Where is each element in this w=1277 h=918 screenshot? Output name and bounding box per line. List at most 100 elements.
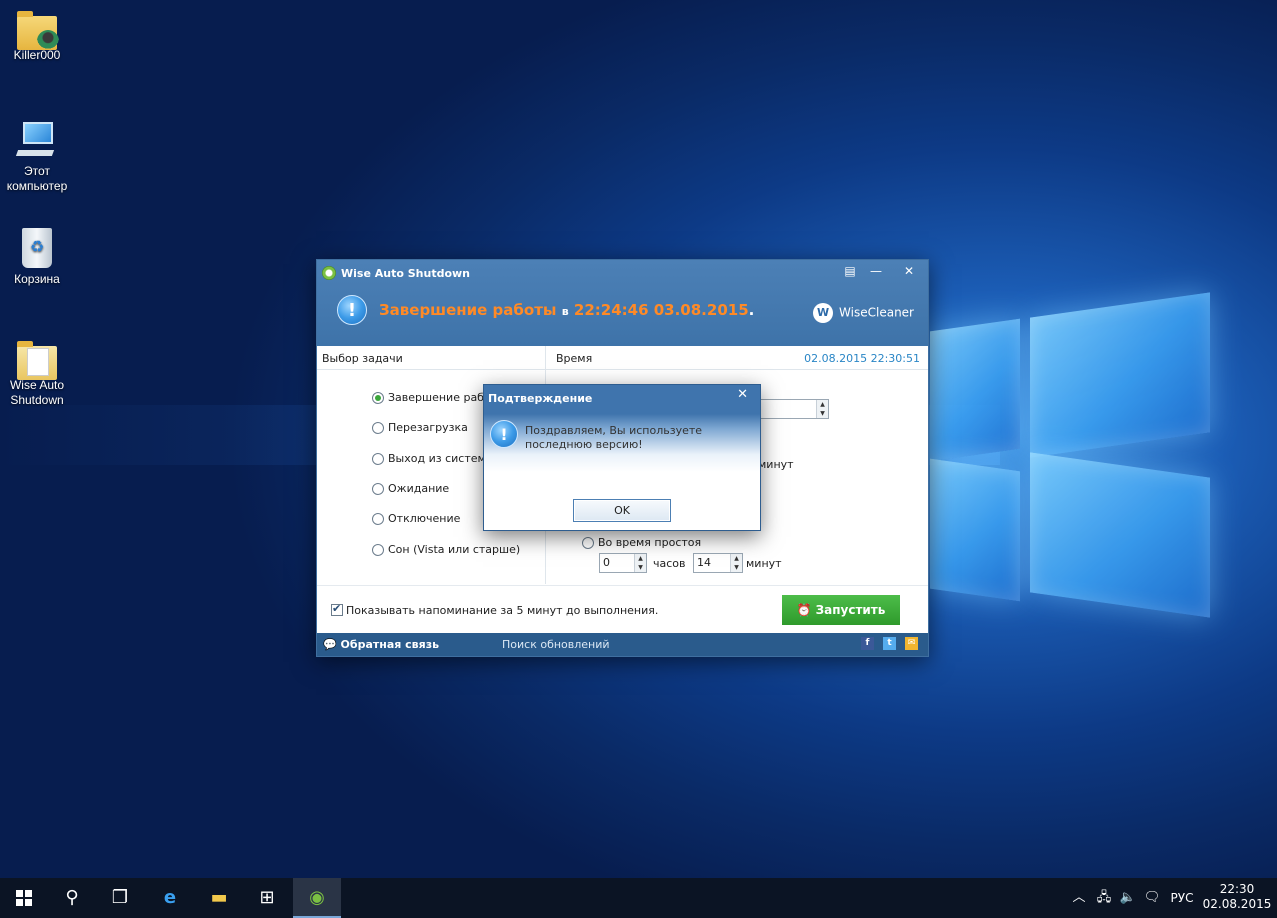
- desktop-icon-this-pc[interactable]: Этот компьютер: [0, 120, 74, 194]
- info-exclamation-icon: !: [337, 295, 367, 325]
- spin-down-icon[interactable]: ▼: [817, 409, 828, 418]
- taskbar: ⚲ ❐ e ▬ ⊞ ◉ ︿ 🖧 🔈 🗨 РУС 22:30 02.08.2015: [0, 878, 1277, 918]
- spin-down-icon[interactable]: ▼: [731, 563, 742, 572]
- window-title: Wise Auto Shutdown: [341, 267, 470, 280]
- store-button[interactable]: ⊞: [243, 878, 291, 918]
- radio-indicator: [372, 512, 384, 525]
- desktop-icon-recycle-bin[interactable]: ♻ Корзина: [0, 228, 74, 287]
- spin-up-icon[interactable]: ▲: [731, 554, 742, 563]
- minutes-unit-label: минут: [746, 557, 782, 570]
- facebook-icon[interactable]: f: [861, 637, 874, 650]
- app-clock-icon: [322, 266, 336, 280]
- edge-button[interactable]: e: [146, 878, 194, 918]
- scheduled-action-message: Завершение работы в 22:24:46 03.08.2015.: [379, 301, 755, 319]
- taskbar-clock[interactable]: 22:30 02.08.2015: [1200, 882, 1274, 912]
- task-view-button[interactable]: ❐: [96, 878, 144, 918]
- wisecleaner-logo-icon: W: [813, 303, 834, 323]
- brand-link[interactable]: W WiseCleaner: [813, 303, 914, 323]
- dialog-close-button[interactable]: ✕: [737, 387, 748, 402]
- start-button[interactable]: ⏰ Запустить: [782, 595, 900, 625]
- time-radio-idle[interactable]: Во время простоя: [582, 536, 701, 549]
- idle-hours-spinner[interactable]: 0 ▲ ▼: [599, 553, 647, 573]
- close-button[interactable]: ✕: [897, 262, 921, 280]
- task-radio-shutdown[interactable]: Завершение работы: [372, 391, 500, 404]
- network-icon[interactable]: 🖧: [1093, 878, 1115, 918]
- window-header: Wise Auto Shutdown ▤ — ✕ ! Завершение ра…: [317, 260, 928, 346]
- check-updates-link[interactable]: Поиск обновлений: [502, 638, 610, 651]
- spin-up-icon[interactable]: ▲: [817, 400, 828, 409]
- idle-minutes-spinner[interactable]: 14 ▲ ▼: [693, 553, 743, 573]
- desktop-icon-label: Wise Auto Shutdown: [9, 378, 65, 407]
- info-exclamation-icon: !: [490, 420, 518, 448]
- file-explorer-button[interactable]: ▬: [195, 878, 243, 918]
- clock-date: 02.08.2015: [1202, 897, 1272, 911]
- language-indicator[interactable]: РУС: [1165, 878, 1199, 918]
- task-radio-power-off[interactable]: Отключение: [372, 512, 460, 525]
- email-icon[interactable]: ✉: [905, 637, 918, 650]
- feedback-link[interactable]: 💬 Обратная связь: [323, 638, 439, 651]
- app-clock-icon: ◉: [309, 887, 325, 908]
- task-radio-standby[interactable]: Ожидание: [372, 482, 449, 495]
- minutes-unit-label: минут: [758, 458, 794, 471]
- desktop-icon-label: Корзина: [14, 272, 60, 286]
- wallpaper-windows-logo: [925, 292, 1215, 618]
- close-icon: ✕: [737, 387, 748, 402]
- minimize-button[interactable]: —: [864, 262, 888, 280]
- task-radio-logoff[interactable]: Выход из системы: [372, 452, 494, 465]
- folder-icon: ▬: [210, 887, 228, 908]
- show-hidden-icons-button[interactable]: ︿: [1068, 878, 1090, 918]
- edge-browser-icon: e: [163, 887, 177, 908]
- options-bar: Показывать напоминание за 5 минут до вып…: [317, 585, 928, 633]
- document-folder-icon: [17, 341, 57, 380]
- radio-indicator: [582, 536, 594, 549]
- spin-down-icon[interactable]: ▼: [635, 563, 646, 572]
- task-radio-restart[interactable]: Перезагрузка: [372, 421, 468, 434]
- wise-auto-shutdown-taskbar-button[interactable]: ◉: [293, 878, 341, 918]
- user-folder-icon: [17, 11, 59, 52]
- chevron-up-icon: ︿: [1072, 890, 1086, 905]
- menu-button[interactable]: ▤: [838, 262, 862, 280]
- radio-indicator: [372, 482, 384, 495]
- window-footer: 💬 Обратная связь Поиск обновлений f t ✉: [317, 633, 928, 656]
- search-icon: ⚲: [65, 887, 79, 908]
- action-name: Завершение работы: [379, 301, 557, 319]
- volume-icon[interactable]: 🔈: [1117, 878, 1139, 918]
- menu-icon: ▤: [844, 264, 856, 278]
- section-headers: Выбор задачи Время 02.08.2015 22:30:51: [317, 346, 928, 370]
- start-menu-button[interactable]: [0, 878, 48, 918]
- time-section-label: Время: [556, 352, 593, 365]
- store-bag-icon: ⊞: [259, 887, 275, 908]
- recycle-bin-icon: ♻: [22, 228, 52, 268]
- radio-indicator: [372, 421, 384, 434]
- alarm-clock-icon: ⏰: [796, 603, 812, 617]
- radio-indicator: [372, 391, 384, 404]
- preposition: в: [561, 305, 569, 318]
- task-section-label: Выбор задачи: [322, 352, 403, 365]
- desktop-icon-user-folder[interactable]: Killer000: [0, 10, 74, 63]
- search-button[interactable]: ⚲: [48, 878, 96, 918]
- reminder-label: Показывать напоминание за 5 минут до вып…: [346, 604, 659, 617]
- task-radio-sleep[interactable]: Сон (Vista или старше): [372, 543, 520, 556]
- minimize-icon: —: [870, 264, 882, 278]
- radio-indicator: [372, 543, 384, 556]
- clock-time: 22:30: [1219, 882, 1255, 896]
- reminder-checkbox[interactable]: [331, 602, 343, 616]
- confirmation-dialog: Подтверждение ✕ ! Поздравляем, Вы исполь…: [483, 384, 761, 531]
- desktop-icon-wise-auto-shutdown[interactable]: Wise Auto Shutdown: [0, 340, 74, 408]
- ok-button[interactable]: OK: [573, 499, 671, 522]
- desktop-icon-label: Этот компьютер: [6, 164, 68, 193]
- chat-bubble-icon: 💬: [323, 638, 337, 651]
- scheduled-datetime: 22:24:46 03.08.2015: [573, 301, 749, 319]
- hours-unit-label: часов: [653, 557, 686, 570]
- notification-icon[interactable]: 🗨: [1141, 878, 1163, 918]
- dialog-title: Подтверждение: [488, 392, 593, 405]
- current-datetime: 02.08.2015 22:30:51: [804, 352, 920, 365]
- task-view-icon: ❐: [111, 887, 129, 908]
- close-icon: ✕: [903, 264, 915, 278]
- twitter-icon[interactable]: t: [883, 637, 896, 650]
- computer-icon: [15, 120, 57, 160]
- dialog-message: Поздравляем, Вы используете последнюю ве…: [525, 424, 703, 451]
- spin-up-icon[interactable]: ▲: [635, 554, 646, 563]
- windows-logo-icon: [16, 890, 32, 906]
- radio-indicator: [372, 452, 384, 465]
